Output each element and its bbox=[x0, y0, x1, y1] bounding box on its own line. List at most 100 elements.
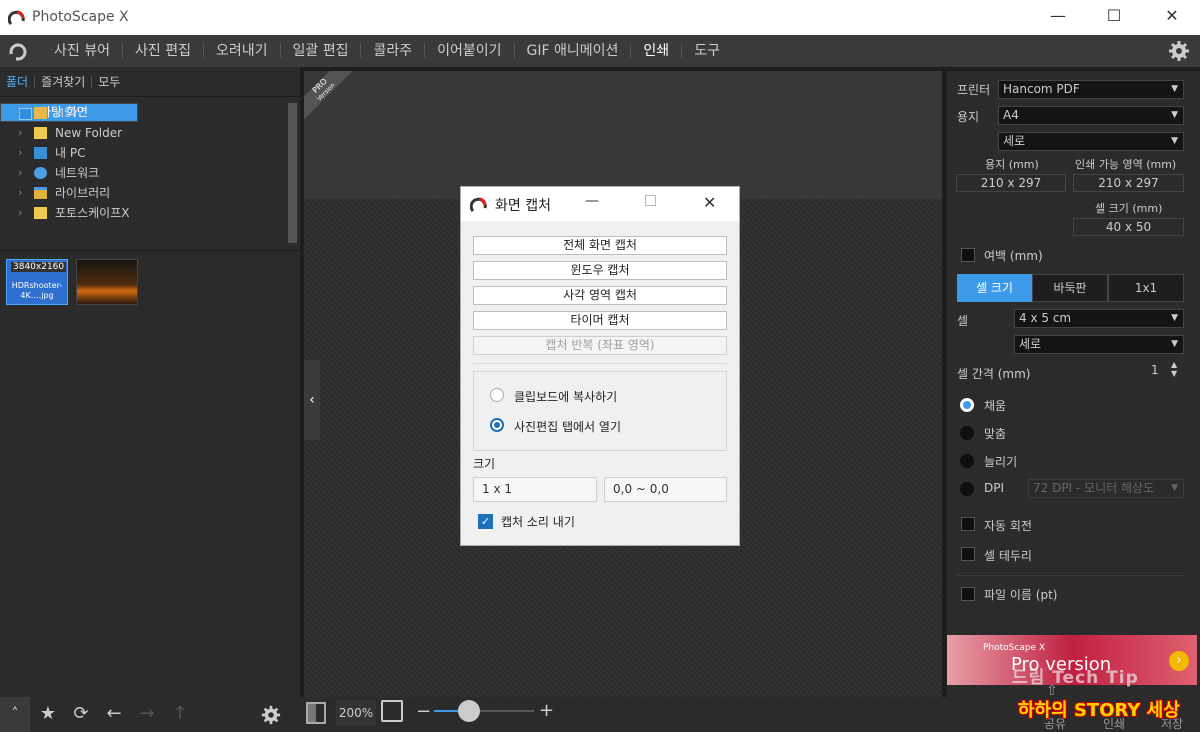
capture-sound-label[interactable]: 캡처 소리 내기 bbox=[501, 513, 575, 530]
zoom-in-icon[interactable]: + bbox=[539, 700, 554, 721]
stretch-label[interactable]: 늘리기 bbox=[984, 453, 1017, 470]
window-capture-button[interactable]: 윈도우 캡처 bbox=[473, 261, 727, 280]
auto-rotate-checkbox[interactable] bbox=[961, 517, 975, 531]
tree-item-new-folder[interactable]: › New Folder bbox=[0, 123, 290, 143]
cell-orientation-select[interactable]: 세로 ▼ bbox=[1014, 335, 1184, 354]
stretch-radio[interactable] bbox=[960, 454, 974, 468]
tree-item-label: 네트워크 bbox=[55, 166, 100, 180]
fit-screen-icon[interactable] bbox=[381, 700, 403, 722]
chevron-right-icon[interactable]: › bbox=[18, 163, 22, 183]
folder-tree: 바탕 화면 › HSY › New Folder › 내 PC › 네트워크 ›… bbox=[0, 103, 290, 243]
user-folder-icon bbox=[34, 107, 47, 119]
zoom-level[interactable]: 200% bbox=[336, 700, 376, 726]
size-field: 1 x 1 bbox=[473, 477, 597, 502]
cell-gap-value[interactable]: 1 bbox=[1151, 363, 1159, 377]
paper-select[interactable]: A4 ▼ bbox=[998, 106, 1184, 125]
menu-batch[interactable]: 일괄 편집 bbox=[279, 44, 361, 58]
orientation-select[interactable]: 세로 ▼ bbox=[998, 132, 1184, 151]
clipboard-radio-label[interactable]: 클립보드에 복사하기 bbox=[514, 388, 617, 405]
chevron-right-icon[interactable]: › bbox=[18, 143, 22, 163]
home-logo-icon[interactable] bbox=[8, 42, 28, 62]
zoom-out-icon[interactable]: − bbox=[416, 701, 431, 722]
menu-print[interactable]: 인쇄 bbox=[630, 44, 681, 58]
chevron-right-icon[interactable]: › bbox=[18, 103, 22, 123]
clipboard-radio[interactable] bbox=[490, 388, 504, 402]
fit-label[interactable]: 맞춤 bbox=[984, 425, 1006, 442]
margin-checkbox[interactable] bbox=[961, 248, 975, 262]
close-button[interactable]: ✕ bbox=[1144, 0, 1200, 32]
up-arrow-icon: ↑ bbox=[172, 703, 188, 724]
zoom-slider-handle[interactable] bbox=[458, 700, 480, 722]
menu-gif[interactable]: GIF 애니메이션 bbox=[513, 44, 631, 58]
spinner-arrows-icon[interactable]: ▲ ▼ bbox=[1171, 360, 1177, 378]
menu-tools[interactable]: 도구 bbox=[681, 44, 732, 58]
tree-scrollbar[interactable] bbox=[288, 103, 297, 243]
mode-grid-button[interactable]: 바둑판 bbox=[1032, 274, 1108, 302]
photoscape-logo-icon bbox=[8, 10, 25, 26]
filename-label[interactable]: 파일 이름 (pt) bbox=[984, 586, 1057, 603]
thumbnail-selected[interactable]: 3840x2160 HDRshooter-4K….jpg bbox=[6, 259, 68, 305]
tree-item-library[interactable]: › 라이브러리 bbox=[0, 183, 290, 203]
mode-1x1-button[interactable]: 1x1 bbox=[1108, 274, 1184, 302]
menu-photo-editor[interactable]: 사진 편집 bbox=[121, 44, 203, 58]
compare-icon[interactable] bbox=[306, 702, 326, 724]
auto-rotate-label[interactable]: 자동 회전 bbox=[984, 517, 1032, 534]
dialog-title-bar: 화면 캡처 — ✕ bbox=[461, 187, 739, 221]
open-in-editor-radio[interactable] bbox=[490, 418, 504, 432]
tree-item-label: HSY bbox=[55, 106, 79, 120]
chevron-right-circle-icon[interactable]: › bbox=[1169, 651, 1189, 671]
fill-radio[interactable] bbox=[960, 398, 974, 412]
star-icon[interactable]: ★ bbox=[36, 702, 60, 726]
maximize-button[interactable]: ☐ bbox=[1086, 0, 1142, 32]
capture-sound-checkbox[interactable]: ✓ bbox=[478, 514, 493, 529]
menu-cut-out[interactable]: 오려내기 bbox=[202, 44, 280, 58]
printer-select[interactable]: Hancom PDF ▼ bbox=[998, 80, 1184, 99]
minimize-button[interactable]: — bbox=[1030, 0, 1086, 32]
chevron-right-icon[interactable]: › bbox=[18, 183, 22, 203]
tab-all[interactable]: 모두 bbox=[91, 75, 126, 88]
zoom-slider[interactable] bbox=[434, 700, 534, 722]
thumbnail-grid: 3840x2160 HDRshooter-4K….jpg bbox=[0, 250, 300, 310]
collapse-panel-button[interactable]: ‹ bbox=[304, 360, 320, 440]
chevron-right-icon[interactable]: › bbox=[18, 123, 22, 143]
chevron-right-icon[interactable]: › bbox=[18, 203, 22, 223]
tree-item-my-pc[interactable]: › 내 PC bbox=[0, 143, 290, 163]
refresh-icon[interactable]: ⟳ bbox=[69, 702, 93, 726]
dialog-close-button[interactable]: ✕ bbox=[703, 193, 716, 212]
fullscreen-capture-button[interactable]: 전체 화면 캡처 bbox=[473, 236, 727, 255]
timer-capture-button[interactable]: 타이머 캡처 bbox=[473, 311, 727, 330]
mode-cell-size-button[interactable]: 셀 크기 bbox=[957, 274, 1032, 302]
fill-label[interactable]: 채움 bbox=[984, 397, 1006, 414]
menu-combine[interactable]: 이어붙이기 bbox=[424, 44, 513, 58]
settings-gear-icon[interactable] bbox=[1168, 40, 1190, 62]
gear-icon[interactable] bbox=[261, 705, 281, 725]
cell-border-checkbox[interactable] bbox=[961, 547, 975, 561]
chevron-up-icon[interactable]: ˄ bbox=[0, 697, 30, 732]
printer-label: 프린터 bbox=[957, 83, 991, 97]
tree-item-network[interactable]: › 네트워크 bbox=[0, 163, 290, 183]
dialog-minimize-button[interactable]: — bbox=[585, 193, 599, 209]
divider bbox=[957, 575, 1184, 576]
tab-folders[interactable]: 폴더 bbox=[6, 76, 34, 88]
tab-favorites[interactable]: 즐겨찾기 bbox=[34, 75, 91, 88]
cell-size-select[interactable]: 4 x 5 cm ▼ bbox=[1014, 309, 1184, 328]
margin-label[interactable]: 여백 (mm) bbox=[984, 247, 1043, 264]
printer-value: Hancom PDF bbox=[1003, 82, 1080, 96]
thumbnail-image[interactable] bbox=[76, 259, 138, 305]
open-in-editor-radio-label[interactable]: 사진편집 탭에서 열기 bbox=[514, 418, 621, 435]
tree-item-photoscapex[interactable]: › 포토스케이프X bbox=[0, 203, 290, 223]
menu-collage[interactable]: 콜라주 bbox=[360, 44, 424, 58]
filename-checkbox[interactable] bbox=[961, 587, 975, 601]
coordinate-field: 0,0 ~ 0,0 bbox=[604, 477, 727, 502]
cell-border-label[interactable]: 셀 테두리 bbox=[984, 547, 1032, 564]
watermark-top: 드림 Tech Tip bbox=[1012, 668, 1139, 688]
tree-item-hsy[interactable]: › HSY bbox=[0, 103, 290, 123]
cell-size-value: 4 x 5 cm bbox=[1019, 311, 1072, 325]
region-capture-button[interactable]: 사각 영역 캡처 bbox=[473, 286, 727, 305]
dialog-maximize-button[interactable] bbox=[645, 195, 656, 206]
dpi-label[interactable]: DPI bbox=[984, 481, 1004, 495]
fit-radio[interactable] bbox=[960, 426, 974, 440]
dpi-radio[interactable] bbox=[960, 482, 974, 496]
back-arrow-icon[interactable]: ← bbox=[102, 702, 126, 726]
menu-photo-viewer[interactable]: 사진 뷰어 bbox=[42, 44, 122, 58]
